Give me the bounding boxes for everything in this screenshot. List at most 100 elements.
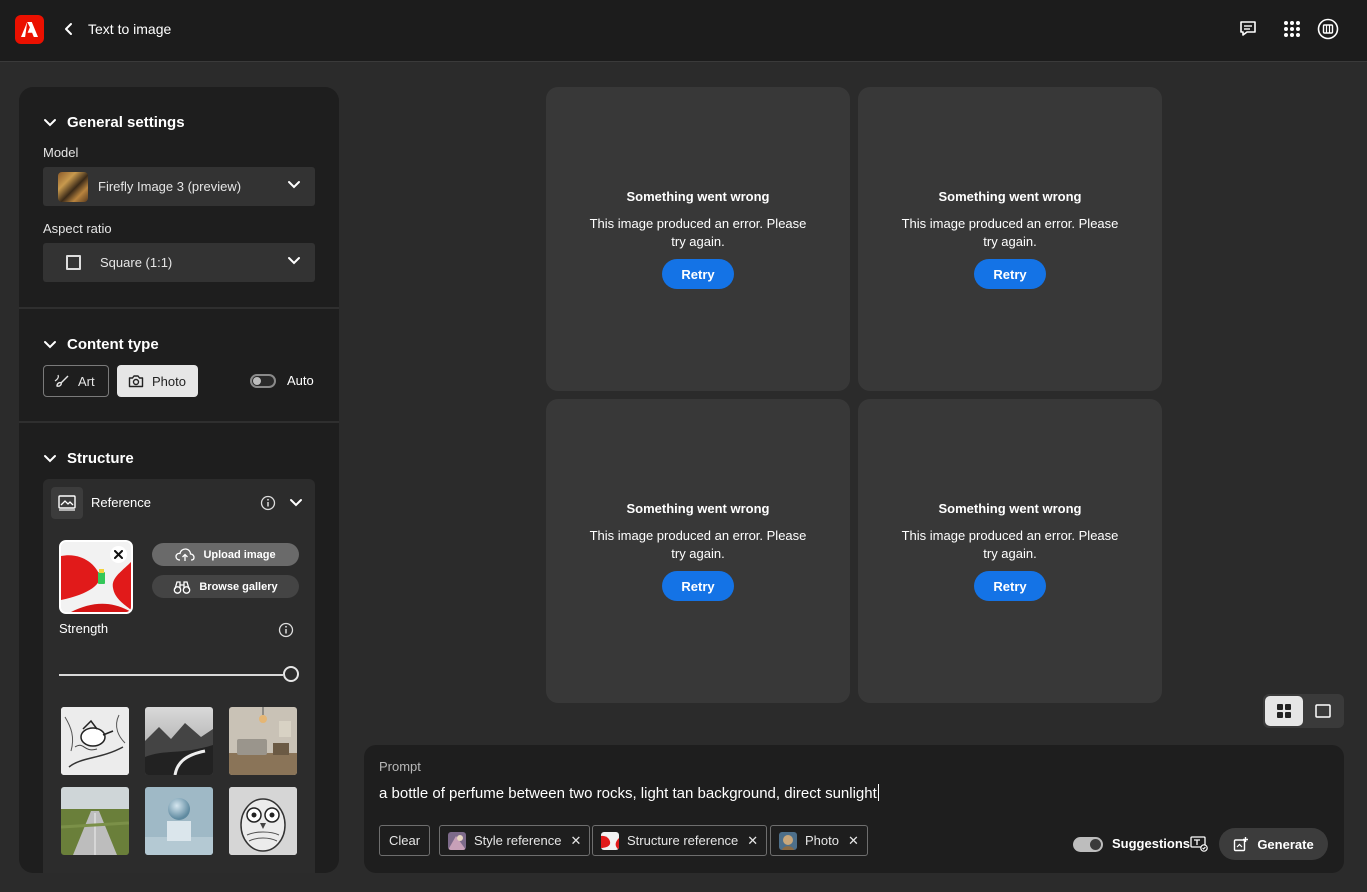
grid-view-button[interactable] [1265,696,1303,726]
remove-chip-icon[interactable]: ✕ [747,833,758,849]
cloud-upload-icon [175,547,196,561]
error-message: This image produced an error. Please try… [901,528,1119,561]
adobe-logo-icon[interactable] [15,15,44,44]
suggestions-settings-icon[interactable] [1190,836,1208,852]
apps-grid-icon[interactable] [1281,18,1303,40]
chevron-down-icon [44,340,56,348]
reference-label: Reference [91,495,151,510]
chip-label: Photo [805,833,839,848]
reference-thumbnail[interactable] [59,540,133,614]
suggestions-label: Suggestions [1112,836,1191,851]
remove-chip-icon[interactable]: ✕ [570,833,581,849]
error-title: Something went wrong [938,501,1082,516]
retry-button[interactable]: Retry [662,571,734,601]
gallery-thumb-mountains[interactable] [145,707,213,775]
page-title: Text to image [88,21,172,37]
structure-reference-chip[interactable]: Structure reference ✕ [592,825,768,856]
section-title: Structure [67,450,134,467]
chip-label: Structure reference [627,833,739,848]
gallery-thumb-sphere-pedestal[interactable] [145,787,213,855]
generate-icon [1234,837,1249,852]
style-reference-chip[interactable]: Style reference ✕ [439,825,591,856]
browse-gallery-button[interactable]: Browse gallery [152,575,299,598]
chevron-down-icon[interactable] [289,498,303,508]
clear-label: Clear [388,833,421,848]
reference-image-icon [51,487,83,519]
art-button[interactable]: Art [43,365,109,397]
structure-reference-panel: Reference Upload image Browse gallery St… [43,479,315,873]
gallery-thumb-road-field[interactable] [61,787,129,855]
content-type-header[interactable]: Content type [43,336,159,353]
section-title: General settings [67,114,185,131]
general-settings-header[interactable]: General settings [43,114,185,131]
upload-image-label: Upload image [203,548,276,561]
error-title: Something went wrong [626,189,770,204]
remove-reference-icon[interactable] [110,546,127,563]
generate-label: Generate [1257,836,1314,852]
chevron-down-icon [44,454,56,462]
avatar[interactable] [1317,18,1339,40]
auto-label: Auto [287,373,314,388]
structure-header[interactable]: Structure [43,450,134,467]
error-message: This image produced an error. Please try… [589,528,807,561]
clear-button[interactable]: Clear [379,825,430,856]
retry-button[interactable]: Retry [662,259,734,289]
info-icon[interactable] [260,495,276,511]
strength-slider-handle[interactable] [283,666,299,682]
feedback-icon[interactable] [1237,18,1259,40]
auto-toggle[interactable] [250,374,276,388]
single-view-icon [1315,704,1331,718]
binoculars-icon [174,580,191,594]
photo-chip[interactable]: Photo ✕ [770,825,868,856]
chevron-down-icon [288,181,300,189]
divider [19,307,339,309]
result-card-3: Something went wrong This image produced… [546,399,850,703]
error-message: This image produced an error. Please try… [901,216,1119,249]
browse-gallery-label: Browse gallery [199,580,278,593]
divider [19,421,339,423]
photo-button[interactable]: Photo [117,365,198,397]
gallery-thumb-bird-sketch[interactable] [61,707,129,775]
prompt-input[interactable]: a bottle of perfume between two rocks, l… [379,784,879,802]
upload-image-button[interactable]: Upload image [152,543,299,566]
suggestions-toggle[interactable] [1073,837,1103,852]
chip-label: Style reference [474,833,562,848]
model-value: Firefly Image 3 (preview) [98,179,242,194]
strength-label: Strength [59,621,109,636]
generate-button[interactable]: Generate [1219,828,1328,860]
structure-reference-thumbnail [601,831,619,850]
model-select[interactable]: Firefly Image 3 (preview) [43,167,315,206]
model-label: Model [43,145,79,160]
gallery-thumb-living-room[interactable] [229,707,297,775]
back-chevron-icon[interactable] [62,20,76,38]
retry-button[interactable]: Retry [974,259,1046,289]
aspect-ratio-select[interactable]: Square (1:1) [43,243,315,282]
grid-view-icon [1277,704,1291,718]
style-reference-thumbnail [448,831,466,850]
photo-label: Photo [152,373,186,389]
error-message: This image produced an error. Please try… [589,216,807,249]
square-icon [66,255,81,270]
prompt-label: Prompt [379,759,421,774]
settings-sidebar: General settings Model Firefly Image 3 (… [19,87,339,873]
brush-icon [54,374,69,387]
section-title: Content type [67,336,159,353]
prompt-panel: Prompt a bottle of perfume between two r… [364,745,1344,873]
info-icon[interactable] [278,622,294,638]
gallery-thumb-owl-sketch[interactable] [229,787,297,855]
error-title: Something went wrong [626,501,770,516]
retry-button[interactable]: Retry [974,571,1046,601]
aspect-ratio-label: Aspect ratio [43,221,112,236]
photo-chip-thumbnail [779,831,797,850]
art-label: Art [78,373,95,389]
strength-slider-track[interactable] [59,674,283,676]
view-mode-toggle [1263,694,1344,728]
result-card-1: Something went wrong This image produced… [546,87,850,391]
single-view-button[interactable] [1304,696,1342,726]
top-bar: Text to image [0,0,1367,62]
result-card-4: Something went wrong This image produced… [858,399,1162,703]
error-title: Something went wrong [938,189,1082,204]
aspect-ratio-value: Square (1:1) [100,255,173,270]
remove-chip-icon[interactable]: ✕ [848,833,859,849]
chevron-down-icon [288,257,300,265]
